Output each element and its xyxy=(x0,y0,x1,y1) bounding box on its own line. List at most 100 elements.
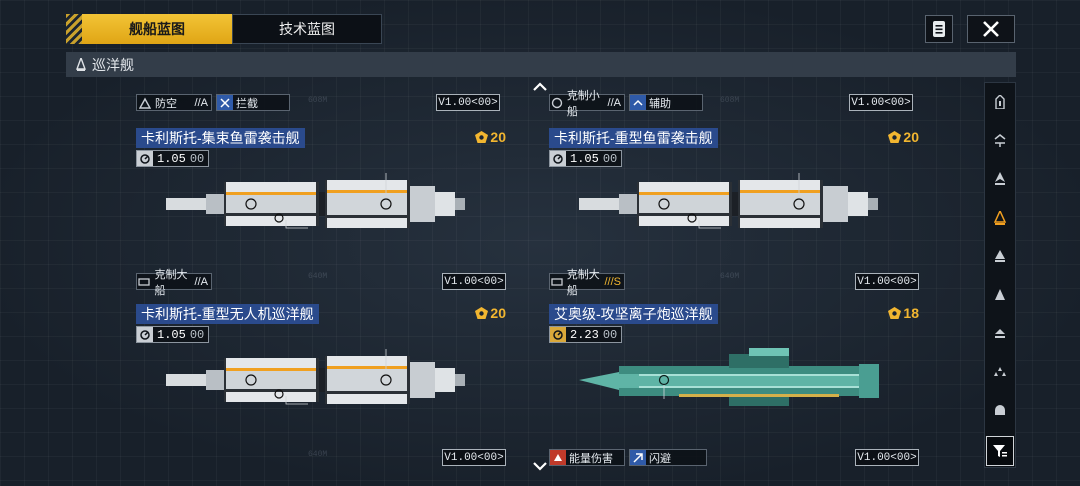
stat-value: 1.05 xyxy=(157,151,186,166)
tab-stripe-decoration xyxy=(66,14,82,44)
version-label: V1.00<00> xyxy=(436,94,500,111)
blueprint-tabs: 舰船蓝图 技术蓝图 xyxy=(66,14,382,44)
cost-icon xyxy=(888,307,902,319)
sidebar-item-frigate[interactable] xyxy=(985,83,1015,122)
counter-large-icon xyxy=(550,274,564,289)
blueprint-card[interactable]: 卡利斯托-集束鱼雷袭击舰 20 1.05 00 克制大船 //A V1.00<0… xyxy=(136,128,506,297)
cost-icon xyxy=(475,307,489,319)
cost-value: 20 xyxy=(490,129,506,145)
subrole-label: 辅助 xyxy=(649,97,671,110)
version-label: V1.00<00> xyxy=(442,273,506,290)
ship-name: 卡利斯托-集束鱼雷袭击舰 xyxy=(136,128,305,148)
support-icon xyxy=(630,95,646,110)
tab-label: 舰船蓝图 xyxy=(129,21,185,37)
ship-class-sidebar xyxy=(984,82,1016,468)
version-label: V1.00<00> xyxy=(855,449,919,466)
sidebar-item-fleet[interactable] xyxy=(985,353,1015,392)
ship-image xyxy=(579,172,879,229)
role-label: 防空 xyxy=(155,97,177,110)
stat-suffix: 00 xyxy=(189,151,205,166)
evasion-icon xyxy=(630,450,646,465)
role-tag: 克制小船 //A xyxy=(549,90,625,118)
ship-name: 卡利斯托-重型鱼雷袭击舰 xyxy=(549,128,718,148)
role-label: 克制大船 xyxy=(154,268,188,297)
cost-value: 20 xyxy=(490,305,506,321)
role-label: 克制大船 xyxy=(566,268,600,297)
frigate-icon xyxy=(995,95,1005,110)
role-label: 克制小船 xyxy=(566,89,600,118)
partial-card-right[interactable]: 克制小船 //A 辅助 V1.00<00> xyxy=(549,90,913,118)
stat-suffix: 00 xyxy=(602,327,618,342)
role-tag: 能量伤害 xyxy=(549,449,625,466)
cruiser-icon xyxy=(76,58,86,71)
close-button[interactable] xyxy=(967,15,1015,43)
notes-button[interactable] xyxy=(925,15,953,43)
version-label: V1.00<00> xyxy=(849,94,913,111)
sidebar-item-station[interactable] xyxy=(985,391,1015,430)
carrier-icon xyxy=(995,288,1005,300)
chevron-down-icon xyxy=(533,462,547,471)
cost-icon xyxy=(475,131,489,143)
counter-small-icon xyxy=(550,97,565,109)
speed-icon xyxy=(550,327,566,342)
scroll-up-button[interactable] xyxy=(533,78,547,96)
intercept-icon xyxy=(217,95,233,110)
sidebar-item-destroyer[interactable] xyxy=(985,122,1015,161)
role-grade: //A xyxy=(194,275,208,288)
speed-icon xyxy=(137,327,153,342)
role-grade: //A xyxy=(194,96,208,109)
tab-label: 技术蓝图 xyxy=(279,21,335,37)
category-bar: 巡洋舰 xyxy=(66,52,1016,77)
stat-value: 2.23 xyxy=(570,327,599,342)
stat-value: 1.05 xyxy=(157,327,186,342)
blueprint-card[interactable]: 卡利斯托-重型无人机巡洋舰 20 1.05 00 V1.00<00> xyxy=(136,304,506,466)
stat-readout: 2.23 00 xyxy=(549,326,623,343)
role-grade: ///S xyxy=(604,275,621,288)
fleet-icon xyxy=(994,366,1006,376)
sidebar-item-battlecruiser[interactable] xyxy=(985,237,1015,276)
cost-value: 20 xyxy=(903,129,919,145)
sidebar-item-auxiliary[interactable] xyxy=(985,314,1015,353)
close-icon xyxy=(983,21,999,37)
tab-tech-blueprint[interactable]: 技术蓝图 xyxy=(232,14,382,44)
blueprint-card[interactable]: 艾奥级-攻坚离子炮巡洋舰 18 2.23 00 能量伤害 闪避 V1.00<00… xyxy=(549,304,919,466)
ship-image xyxy=(166,172,466,229)
auxiliary-icon xyxy=(995,329,1005,339)
tab-ship-blueprint[interactable]: 舰船蓝图 xyxy=(82,14,232,44)
notes-icon xyxy=(933,21,945,37)
stat-readout: 1.05 00 xyxy=(136,326,210,343)
ship-name: 卡利斯托-重型无人机巡洋舰 xyxy=(136,304,319,324)
sidebar-item-corvette[interactable] xyxy=(985,160,1015,199)
ship-cost: 20 xyxy=(888,129,919,145)
destroyer-icon xyxy=(994,133,1006,147)
ship-image xyxy=(166,348,466,405)
battlecruiser-icon xyxy=(995,250,1005,263)
chevron-up-icon xyxy=(533,82,547,91)
filter-button[interactable] xyxy=(986,436,1014,466)
stat-readout: 1.05 00 xyxy=(136,150,210,167)
stat-readout: 1.05 00 xyxy=(549,150,623,167)
ship-cost: 20 xyxy=(475,129,506,145)
partial-card-left[interactable]: 防空 //A 拦截 V1.00<00> xyxy=(136,94,500,111)
sidebar-item-cruiser[interactable] xyxy=(985,199,1015,238)
scroll-down-button[interactable] xyxy=(533,458,547,476)
subrole-tag: 闪避 xyxy=(629,449,707,466)
subrole-label: 拦截 xyxy=(236,97,258,110)
role-grade: //A xyxy=(607,96,621,109)
sidebar-item-carrier[interactable] xyxy=(985,276,1015,315)
stat-suffix: 00 xyxy=(189,327,205,342)
stat-value: 1.05 xyxy=(570,151,599,166)
subrole-label: 闪避 xyxy=(649,452,671,465)
filter-icon xyxy=(993,445,1007,457)
role-tag: 克制大船 ///S xyxy=(549,269,625,297)
ship-name: 艾奥级-攻坚离子炮巡洋舰 xyxy=(549,304,718,324)
cruiser-icon xyxy=(994,210,1006,225)
energy-damage-icon xyxy=(550,450,566,465)
version-label: V1.00<00> xyxy=(442,449,506,466)
blueprint-card[interactable]: 卡利斯托-重型鱼雷袭击舰 20 1.05 00 克制大船 ///S V1.00<… xyxy=(549,128,919,297)
counter-large-icon xyxy=(137,274,152,289)
role-tag: 克制大船 //A xyxy=(136,269,212,297)
subrole-tag: 拦截 xyxy=(216,94,290,111)
speed-icon xyxy=(137,151,153,166)
subrole-tag: 辅助 xyxy=(629,94,703,111)
